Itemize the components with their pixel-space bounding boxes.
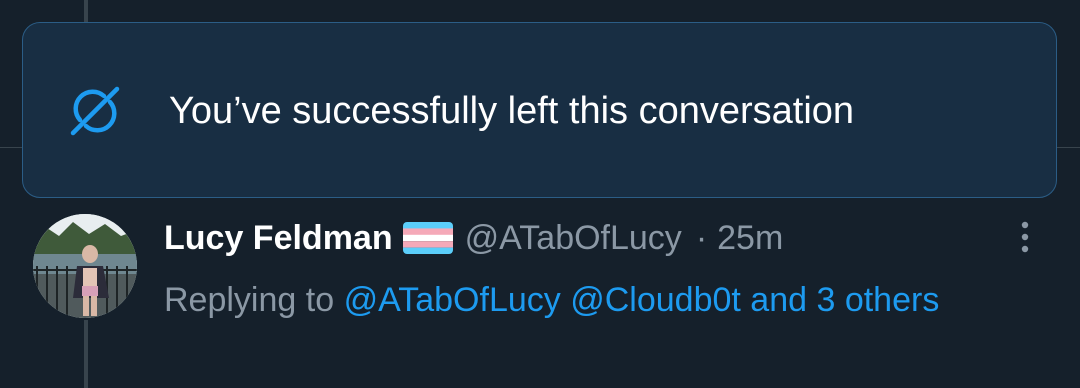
- others-link[interactable]: and 3 others: [750, 281, 939, 319]
- conversation-screen: You’ve successfully left this conversati…: [0, 0, 1080, 388]
- timestamp[interactable]: 25m: [717, 219, 783, 258]
- transgender-flag-icon: [402, 222, 453, 254]
- user-handle[interactable]: @ATabOfLucy: [465, 219, 682, 258]
- replying-to-label: Replying to: [164, 281, 335, 319]
- tweet-header: Lucy Feldman @ATabOfLucy · 25m: [164, 215, 783, 261]
- left-conversation-toast: You’ve successfully left this conversati…: [22, 22, 1057, 198]
- unfollow-conversation-icon: [70, 86, 120, 136]
- mention-link[interactable]: @ATabOfLucy: [344, 281, 561, 319]
- toast-message: You’ve successfully left this conversati…: [169, 90, 855, 132]
- more-options-icon[interactable]: [1014, 220, 1036, 254]
- avatar[interactable]: [33, 214, 137, 318]
- display-name[interactable]: Lucy Feldman: [164, 219, 393, 258]
- avatar-photo: [33, 214, 137, 318]
- separator-dot: ·: [695, 218, 708, 257]
- replying-to-line: Replying to @ATabOfLucy @Cloudb0t and 3 …: [164, 272, 1044, 328]
- mention-link[interactable]: @Cloudb0t: [570, 281, 741, 319]
- thread-line-bottom: [84, 320, 88, 388]
